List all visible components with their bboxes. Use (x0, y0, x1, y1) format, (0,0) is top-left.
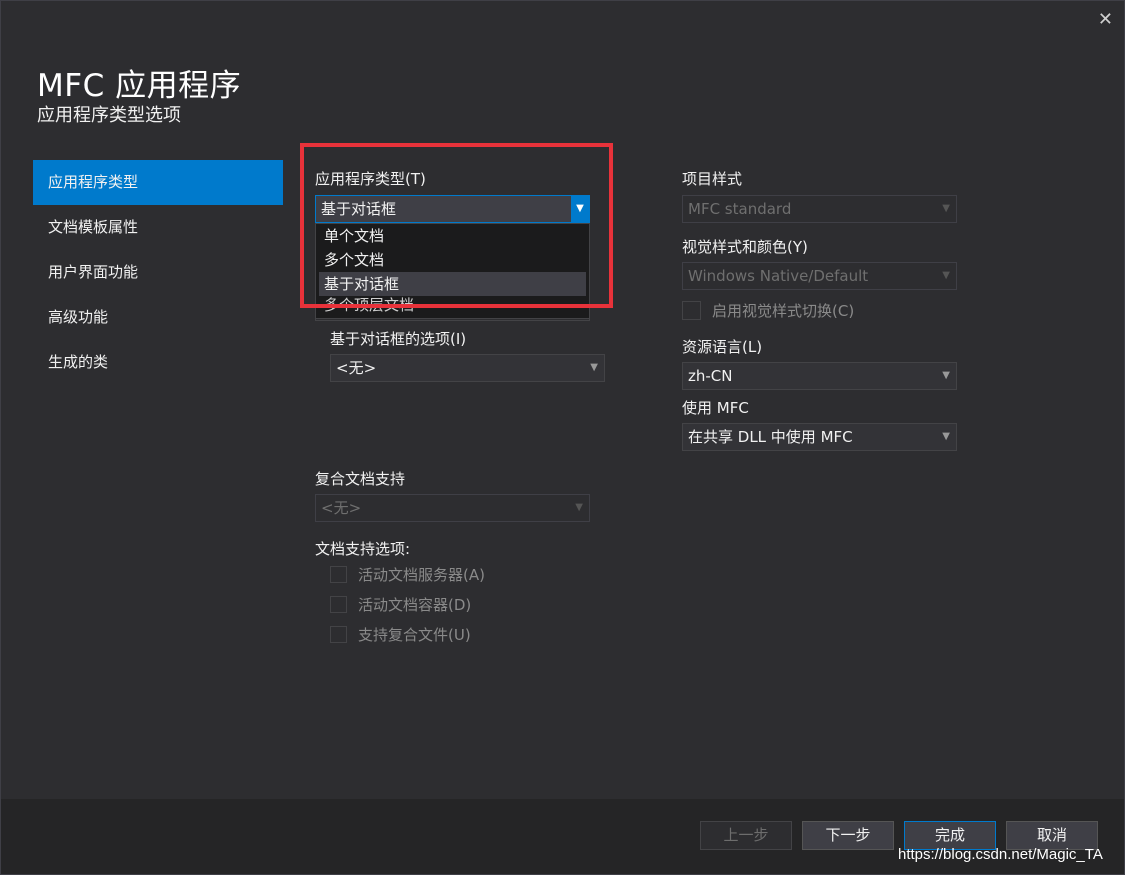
visual-style-value: Windows Native/Default (688, 267, 869, 285)
active-doc-container-label: 活动文档容器(D) (358, 596, 472, 614)
active-doc-container-checkbox[interactable] (330, 596, 347, 613)
page-title: MFC 应用程序 (37, 68, 242, 104)
visual-style-label: 视觉样式和颜色(Y) (682, 238, 808, 256)
chevron-down-icon: ▼ (575, 502, 583, 513)
app-type-select[interactable]: 基于对话框 ▼ (315, 195, 590, 223)
dropdown-option-multi-top-level[interactable]: 多个顶层文档 (316, 296, 589, 318)
active-doc-container-row[interactable]: 活动文档容器(D) (330, 594, 471, 615)
use-mfc-label: 使用 MFC (682, 399, 749, 417)
sidebar-nav: 应用程序类型 文档模板属性 用户界面功能 高级功能 生成的类 (33, 160, 283, 385)
app-type-value: 基于对话框 (321, 200, 397, 218)
visual-style-toggle-row[interactable]: 启用视觉样式切换(C) (682, 300, 854, 321)
chevron-down-icon: ▼ (942, 270, 950, 281)
next-button[interactable]: 下一步 (802, 821, 894, 850)
chevron-down-icon: ▼ (942, 431, 950, 442)
project-style-select[interactable]: MFC standard ▼ (682, 195, 957, 223)
resource-lang-value: zh-CN (688, 367, 733, 385)
compound-file-label: 支持复合文件(U) (358, 626, 471, 644)
dialog-options-value: <无> (336, 359, 377, 377)
page-subtitle: 应用程序类型选项 (37, 105, 181, 126)
sidebar-item-doc-template[interactable]: 文档模板属性 (33, 205, 283, 250)
dialog-options-label: 基于对话框的选项(I) (330, 330, 467, 348)
compound-file-row[interactable]: 支持复合文件(U) (330, 624, 471, 645)
active-doc-server-label: 活动文档服务器(A) (358, 566, 485, 584)
visual-style-toggle-checkbox[interactable] (682, 301, 701, 320)
project-style-value: MFC standard (688, 200, 792, 218)
dropdown-option-single-doc[interactable]: 单个文档 (316, 224, 589, 248)
visual-style-select[interactable]: Windows Native/Default ▼ (682, 262, 957, 290)
visual-style-toggle-label: 启用视觉样式切换(C) (712, 302, 855, 320)
active-doc-server-checkbox[interactable] (330, 566, 347, 583)
dialog-options-select[interactable]: <无> ▼ (330, 354, 605, 382)
compound-doc-value: <无> (321, 499, 362, 517)
compound-doc-select[interactable]: <无> ▼ (315, 494, 590, 522)
chevron-down-icon: ▼ (942, 203, 950, 214)
doc-support-label: 文档支持选项: (315, 540, 411, 558)
back-button[interactable]: 上一步 (700, 821, 792, 850)
resource-lang-label: 资源语言(L) (682, 338, 763, 356)
resource-lang-select[interactable]: zh-CN ▼ (682, 362, 957, 390)
chevron-down-icon: ▼ (590, 362, 598, 373)
sidebar-item-generated-classes[interactable]: 生成的类 (33, 340, 283, 385)
use-mfc-select[interactable]: 在共享 DLL 中使用 MFC ▼ (682, 423, 957, 451)
use-mfc-value: 在共享 DLL 中使用 MFC (688, 428, 853, 446)
compound-file-checkbox[interactable] (330, 626, 347, 643)
sidebar-item-advanced[interactable]: 高级功能 (33, 295, 283, 340)
chevron-down-icon: ▼ (942, 370, 950, 381)
active-doc-server-row[interactable]: 活动文档服务器(A) (330, 564, 485, 585)
dropdown-option-dialog[interactable]: 基于对话框 (319, 272, 586, 296)
project-style-label: 项目样式 (682, 170, 743, 188)
close-icon[interactable]: ✕ (1098, 10, 1113, 30)
app-type-dropdown: 单个文档 多个文档 基于对话框 多个顶层文档 (315, 223, 590, 319)
app-type-label: 应用程序类型(T) (315, 170, 426, 188)
sidebar-item-ui-features[interactable]: 用户界面功能 (33, 250, 283, 295)
dropdown-option-multi-doc[interactable]: 多个文档 (316, 248, 589, 272)
watermark-text: https://blog.csdn.net/Magic_TA (898, 846, 1103, 863)
compound-doc-label: 复合文档支持 (315, 470, 406, 488)
sidebar-item-app-type[interactable]: 应用程序类型 (33, 160, 283, 205)
chevron-down-icon[interactable]: ▼ (571, 196, 589, 222)
